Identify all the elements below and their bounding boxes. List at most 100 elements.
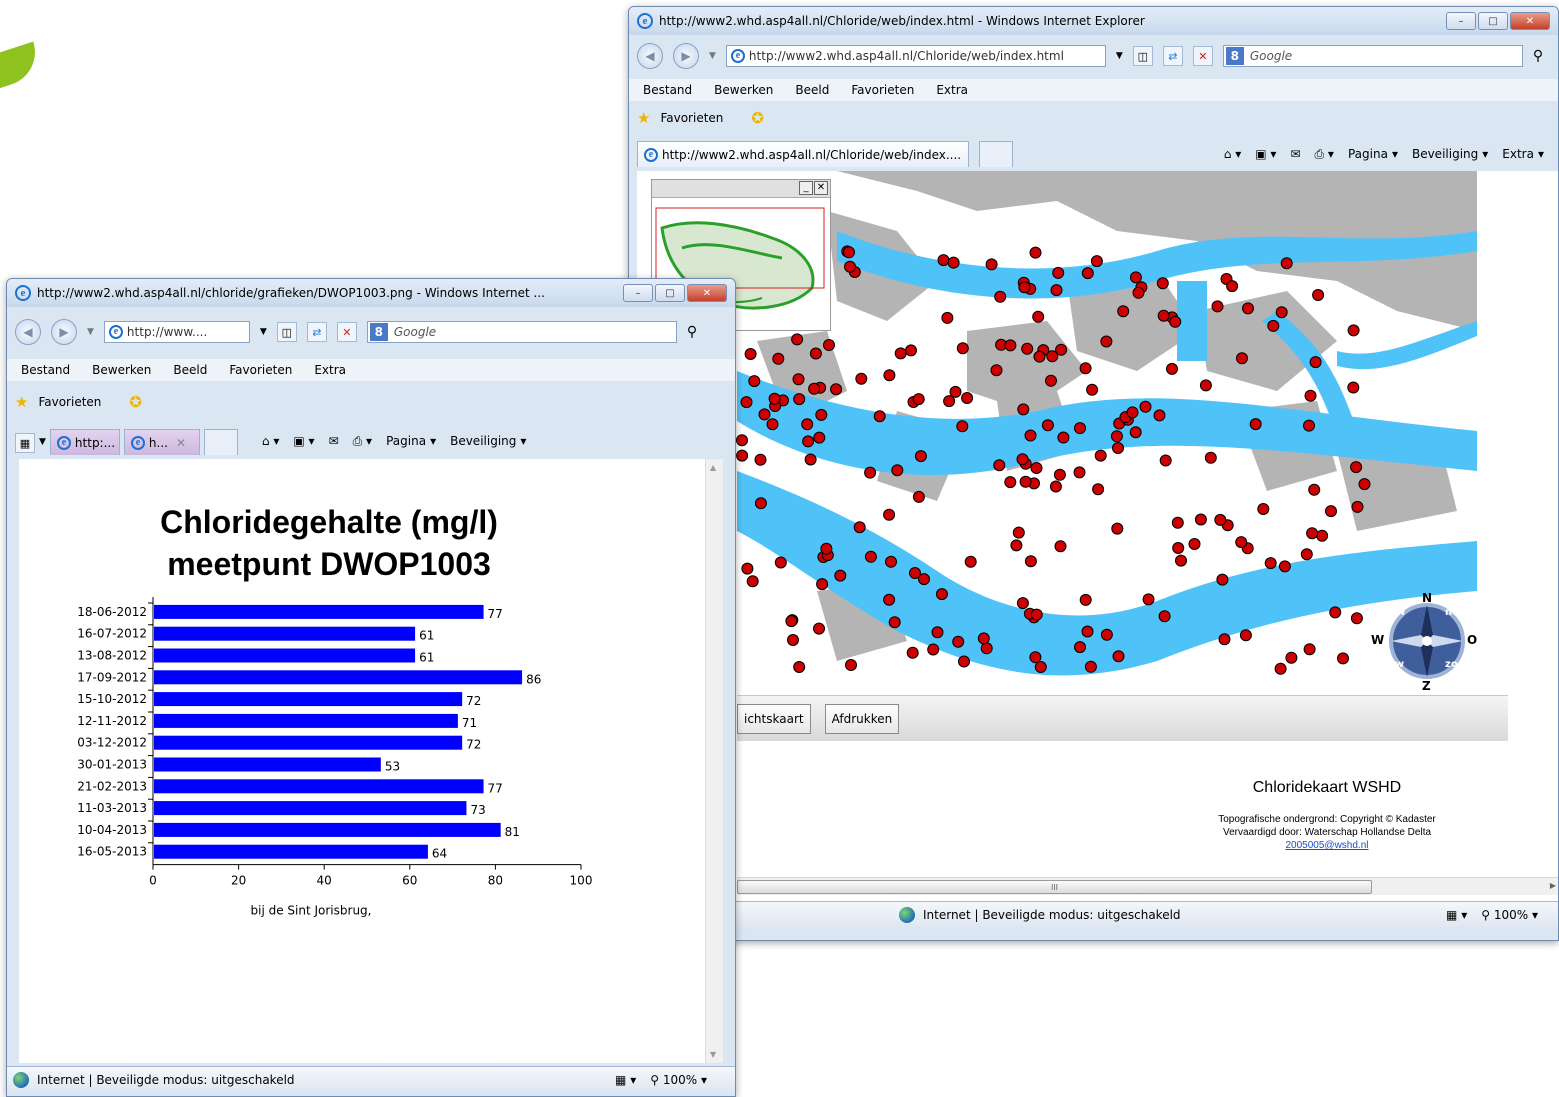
measure-point-marker[interactable] [1126,406,1139,419]
protected-mode-icon[interactable]: ▦ ▾ [615,1073,636,1087]
measure-point-marker[interactable] [844,260,856,273]
measure-point-marker[interactable] [1092,483,1105,496]
measure-point-marker[interactable] [808,382,821,395]
menu-extra[interactable]: Extra [308,363,352,377]
measure-point-marker[interactable] [1117,305,1130,318]
measure-point-marker[interactable] [1132,286,1145,299]
measure-point-marker[interactable] [1235,536,1248,549]
measure-point-marker[interactable] [1057,431,1070,444]
measure-point-marker[interactable] [1046,350,1059,363]
measure-point-marker[interactable] [1016,597,1029,610]
measure-point-marker[interactable] [1129,271,1142,284]
measure-point-marker[interactable] [736,449,749,462]
measure-point-marker[interactable] [1166,362,1178,375]
measure-point-marker[interactable] [977,632,990,645]
compat-view-icon[interactable]: ◫ [1132,46,1153,66]
measure-point-marker[interactable] [1304,389,1317,402]
measure-point-marker[interactable] [1267,319,1280,332]
measure-point-marker[interactable] [1029,246,1042,259]
favorites-star-icon[interactable]: ★ [15,393,28,411]
measure-point-marker[interactable] [937,254,950,267]
tab-chloride-map[interactable]: e http://www2.whd.asp4all.nl/Chloride/we… [637,141,969,167]
measure-point-marker[interactable] [894,347,907,360]
mail-icon[interactable]: ✉ [329,434,339,448]
measure-point-marker[interactable] [1249,418,1262,431]
measure-point-marker[interactable] [1041,419,1054,432]
security-menu[interactable]: Beveiliging ▾ [450,434,526,448]
history-dropdown-icon[interactable]: ▼ [87,327,94,337]
measure-point-marker[interactable] [1204,451,1217,464]
measure-point-marker[interactable] [1017,403,1030,416]
measure-point-marker[interactable] [801,418,814,431]
measure-point-marker[interactable] [843,246,855,259]
measure-point-marker[interactable] [823,339,835,351]
measure-point-marker[interactable] [1090,255,1103,268]
menu-favorites[interactable]: Favorieten [845,83,920,97]
measure-point-marker[interactable] [990,364,1003,377]
overview-close-button[interactable]: ✕ [814,181,828,195]
forward-button[interactable]: ▶ [51,319,77,345]
favorites-star-icon[interactable]: ★ [637,109,650,127]
print-icon[interactable]: ⎙ ▾ [353,434,372,449]
measure-point-marker[interactable] [1308,483,1321,496]
home-icon[interactable]: ⌂ ▾ [262,434,279,448]
measure-point-marker[interactable] [1350,612,1363,625]
measure-point-marker[interactable] [1024,429,1037,442]
minimize-button[interactable]: – [623,284,653,302]
measure-point-marker[interactable] [1024,555,1037,568]
measure-point-marker[interactable] [1021,342,1034,355]
measure-point-marker[interactable] [1303,419,1315,432]
measure-point-marker[interactable] [1004,476,1017,489]
measure-point-marker[interactable] [1100,628,1113,641]
measure-point-marker[interactable] [1325,505,1337,518]
measure-point-marker[interactable] [964,555,977,568]
measure-point-marker[interactable] [1337,652,1349,665]
refresh-icon[interactable]: ⇄ [1162,46,1183,66]
measure-point-marker[interactable] [1312,289,1325,301]
measure-point-marker[interactable] [949,385,962,398]
measure-point-marker[interactable] [1094,449,1107,462]
measure-point-marker[interactable] [736,434,748,447]
measure-point-marker[interactable] [746,575,759,588]
vertical-scrollbar[interactable]: ▲ ▼ [705,459,723,1063]
measure-point-marker[interactable] [956,420,969,433]
measure-point-marker[interactable] [1084,660,1097,673]
refresh-icon[interactable]: ⇄ [306,322,327,342]
horizontal-scrollbar[interactable]: III ▶ [737,877,1558,895]
new-tab-button[interactable] [203,429,238,455]
measure-point-marker[interactable] [864,466,877,479]
measure-point-marker[interactable] [1081,267,1094,280]
scroll-up-icon[interactable]: ▲ [710,463,716,472]
page-menu[interactable]: Pagina ▾ [386,434,436,448]
measure-point-marker[interactable] [909,567,921,579]
measure-point-marker[interactable] [1016,453,1029,466]
measure-point-marker[interactable] [864,550,877,563]
menu-file[interactable]: Bestand [15,363,76,377]
measure-point-marker[interactable] [935,588,948,601]
measure-point-marker[interactable] [1303,643,1316,656]
favorites-label[interactable]: Favorieten [38,395,101,409]
measure-point-marker[interactable] [855,372,868,385]
maximize-button[interactable]: □ [1478,12,1508,30]
tab-map[interactable]: e http:... [49,429,120,455]
measure-point-marker[interactable] [1112,442,1124,454]
measure-point-marker[interactable] [956,342,969,355]
measure-point-marker[interactable] [1159,454,1172,467]
new-tab-button[interactable] [979,141,1013,167]
measure-point-marker[interactable] [1045,374,1057,387]
menu-favorites[interactable]: Favorieten [223,363,298,377]
measure-point-marker[interactable] [1158,610,1171,623]
measure-point-marker[interactable] [1280,257,1293,270]
measure-point-marker[interactable] [792,373,805,386]
feeds-icon[interactable]: ▣ ▾ [1255,147,1276,161]
measure-point-marker[interactable] [883,593,896,606]
measure-point-marker[interactable] [1156,277,1169,290]
measure-point-marker[interactable] [873,410,886,423]
measure-point-marker[interactable] [1052,266,1065,279]
history-dropdown-icon[interactable]: ▼ [709,51,716,61]
address-dropdown-icon[interactable]: ▼ [1116,51,1123,61]
search-box[interactable]: 8 Google [366,321,677,343]
measure-point-marker[interactable] [985,258,998,271]
menu-extra[interactable]: Extra [930,83,974,97]
measure-point-marker[interactable] [906,646,919,659]
